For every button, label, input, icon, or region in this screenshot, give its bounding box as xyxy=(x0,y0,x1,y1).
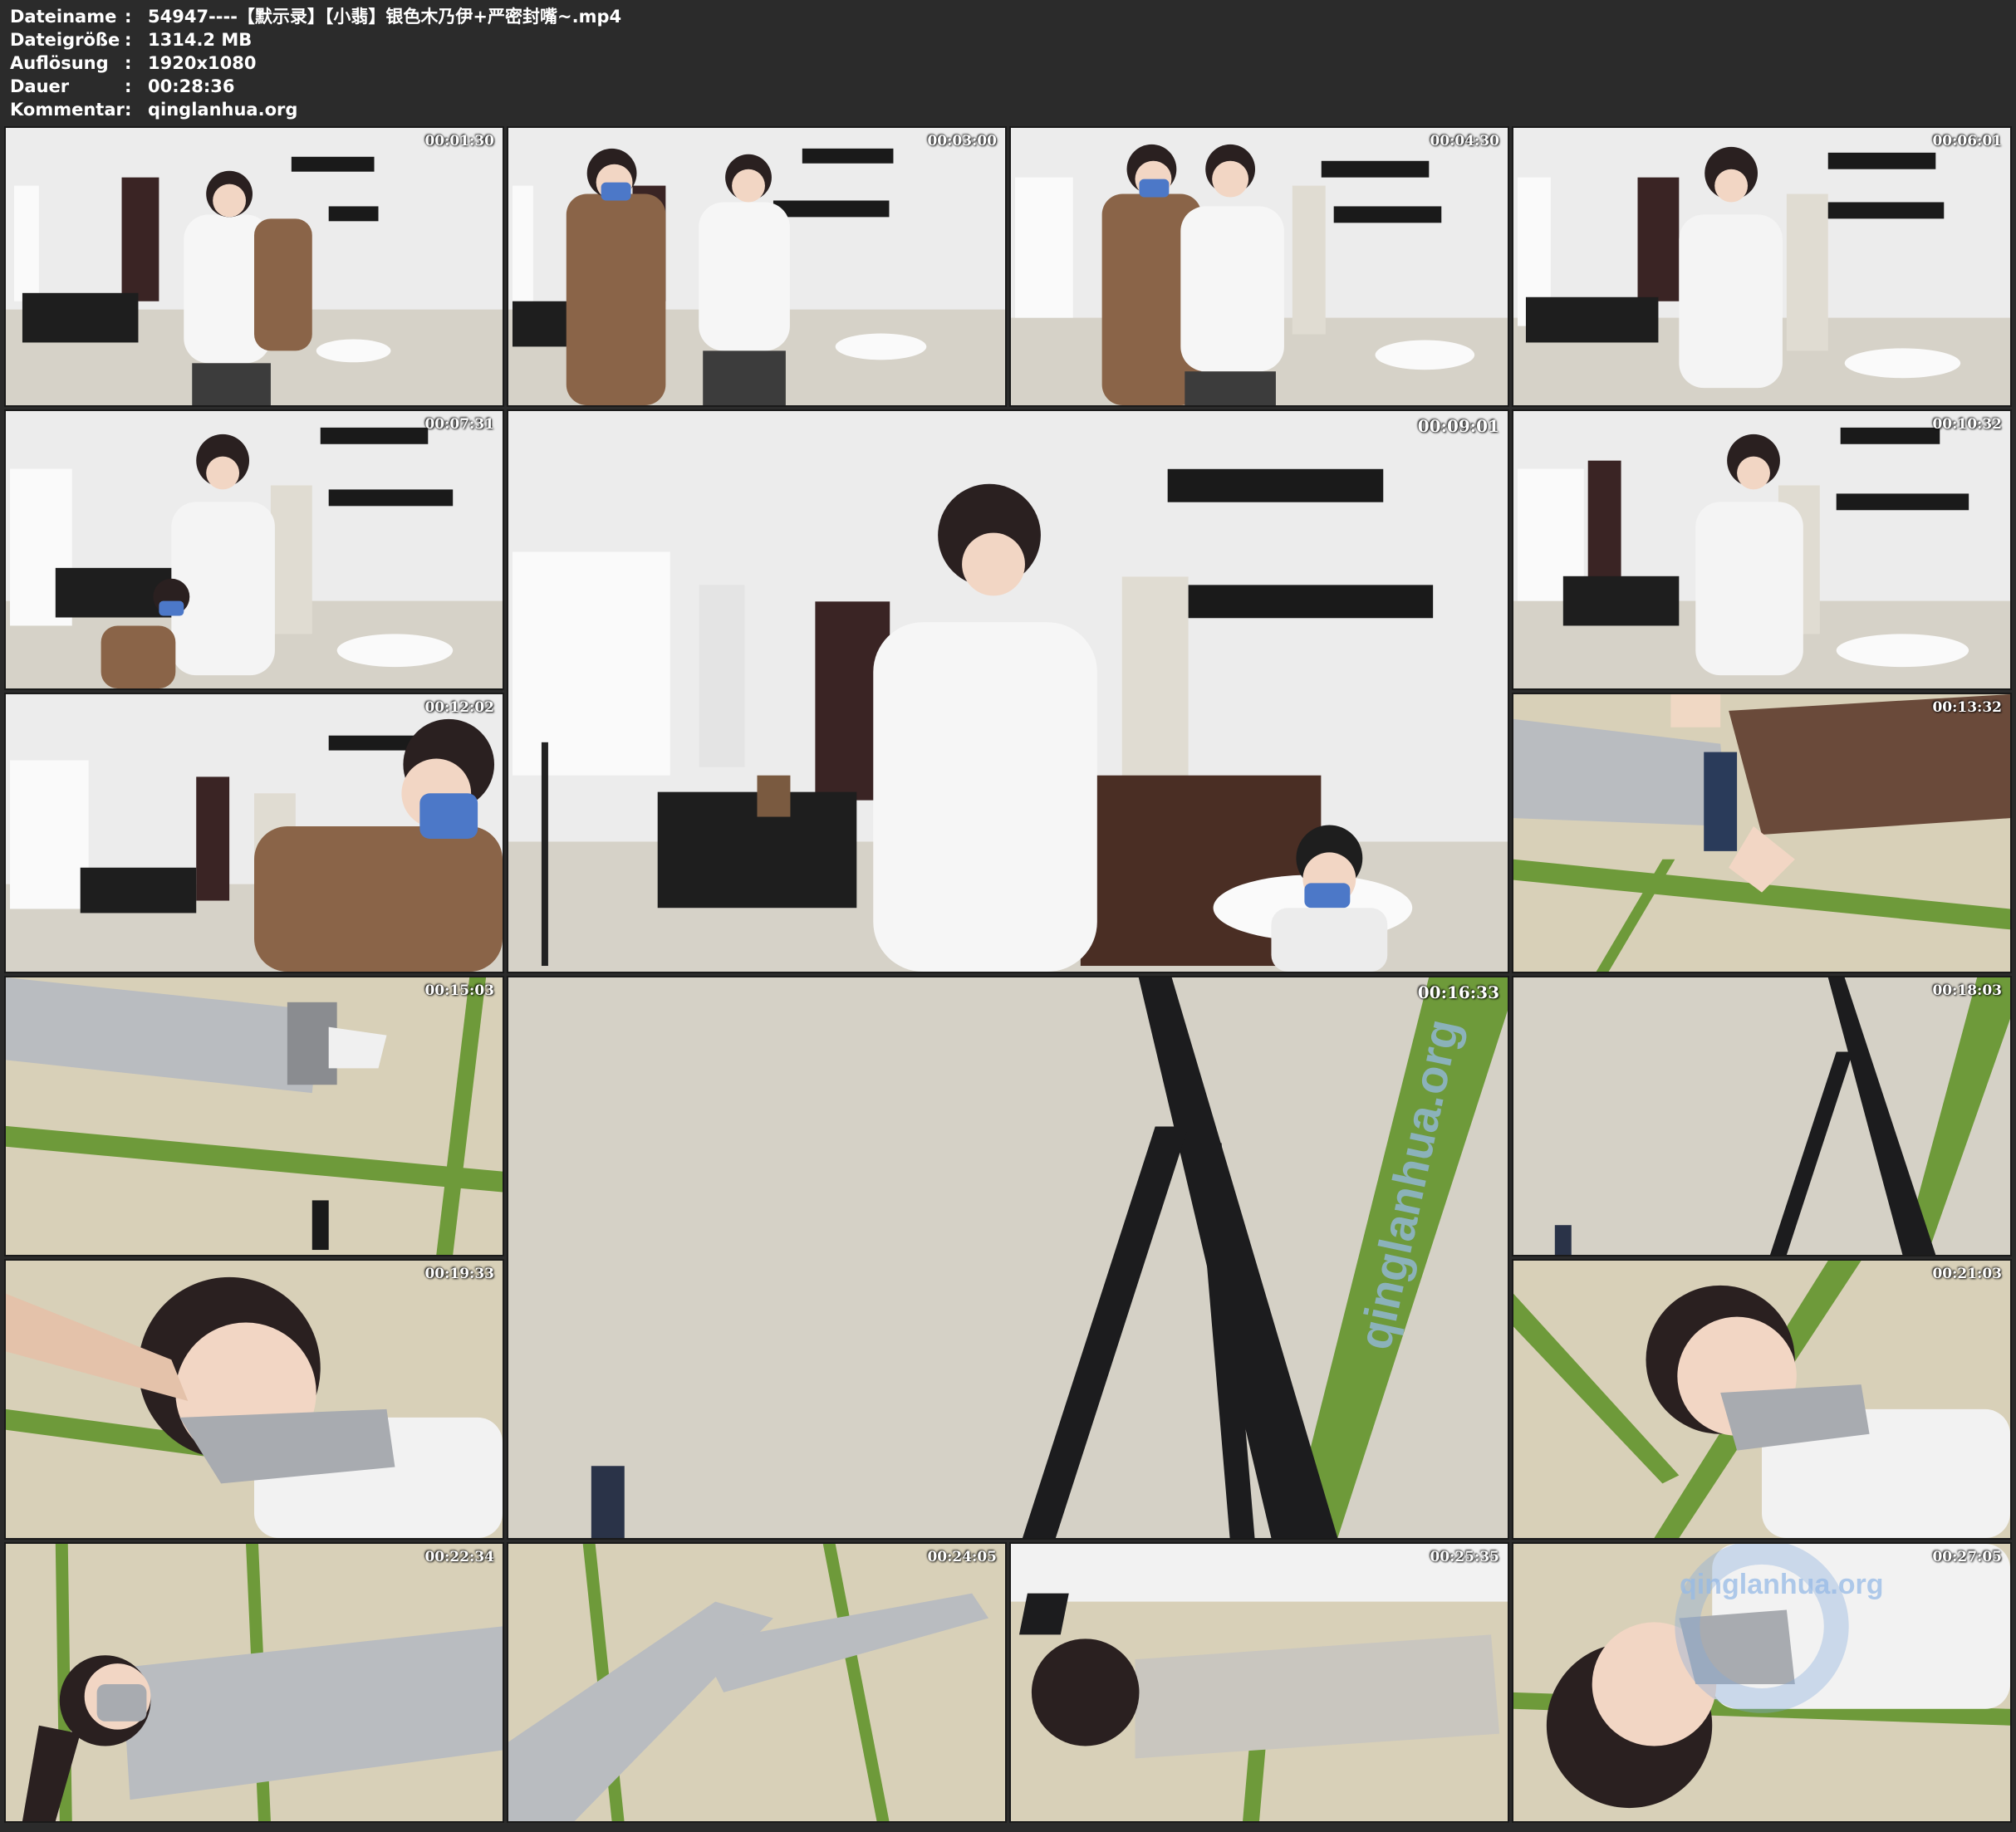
meta-separator: : xyxy=(125,53,132,73)
video-thumbnail[interactable]: 00:16:33 qinglanhua.org xyxy=(507,976,1509,1540)
video-thumbnail[interactable]: 00:24:05 xyxy=(507,1542,1007,1823)
floor-face-scene xyxy=(6,1261,503,1538)
video-thumbnail[interactable]: 00:03:00 xyxy=(507,126,1007,407)
timestamp: 00:09:01 xyxy=(1417,416,1499,436)
meta-label: Dateigröße xyxy=(10,30,120,50)
video-thumbnail[interactable]: 00:15:03 xyxy=(4,976,504,1256)
video-thumbnail[interactable]: 00:04:30 xyxy=(1009,126,1509,407)
meta-separator: : xyxy=(125,30,132,50)
timestamp: 00:25:35 xyxy=(1430,1549,1499,1565)
timestamp: 00:24:05 xyxy=(927,1549,997,1565)
meta-value: 00:28:36 xyxy=(148,76,235,96)
timestamp: 00:19:33 xyxy=(424,1266,494,1282)
video-thumbnail[interactable]: 00:13:32 xyxy=(1512,693,2012,973)
room-scene xyxy=(6,694,503,972)
floor-wrapped-scene xyxy=(508,1544,1005,1821)
video-thumbnail[interactable]: 00:12:02 xyxy=(4,693,504,973)
room-scene xyxy=(1513,411,2010,688)
timestamp: 00:18:03 xyxy=(1932,982,2002,999)
meta-label: Kommentar xyxy=(10,100,125,120)
meta-row-filesize: Dateigröße:1314.2 MB xyxy=(10,28,252,51)
timestamp: 00:10:32 xyxy=(1932,416,2002,433)
room-scene xyxy=(1011,128,1508,405)
meta-row-duration: Dauer:00:28:36 xyxy=(10,75,234,98)
watermark: qinglanhua.org xyxy=(1680,1569,1884,1600)
timestamp: 00:12:02 xyxy=(424,699,494,716)
timestamp: 00:06:01 xyxy=(1932,133,2002,149)
meta-value: qinglanhua.org xyxy=(148,100,298,120)
video-thumbnail[interactable]: 00:01:30 xyxy=(4,126,504,407)
timestamp: 00:13:32 xyxy=(1932,699,2002,716)
floor-wrapped-scene xyxy=(1011,1544,1508,1821)
timestamp: 00:22:34 xyxy=(424,1549,494,1565)
timestamp: 00:01:30 xyxy=(424,133,494,149)
video-thumbnail[interactable]: 00:07:31 xyxy=(4,409,504,690)
timestamp: 00:15:03 xyxy=(424,982,494,999)
timestamp: 00:07:31 xyxy=(424,416,494,433)
meta-label: Dateiname xyxy=(10,7,117,27)
meta-label: Auflösung xyxy=(10,53,109,73)
meta-label: Dauer xyxy=(10,76,70,96)
timestamp: 00:04:30 xyxy=(1430,133,1499,149)
video-thumbnail[interactable]: 00:06:01 xyxy=(1512,126,2012,407)
video-thumbnail[interactable]: 00:19:33 xyxy=(4,1259,504,1540)
room-scene-large xyxy=(508,411,1508,972)
meta-value: 54947----【默示录】【小翡】银色木乃伊+严密封嘴~.mp4 xyxy=(148,7,622,27)
floor-wrapped-scene xyxy=(6,1544,503,1821)
floor-face-scene xyxy=(1513,1261,2010,1538)
room-scene xyxy=(1513,128,2010,405)
video-thumbnail[interactable]: 00:27:05 qinglanhua.org xyxy=(1512,1542,2012,1823)
floor-scene xyxy=(1513,694,2010,972)
meta-row-filename: Dateiname:54947----【默示录】【小翡】银色木乃伊+严密封嘴~.… xyxy=(10,5,621,28)
video-thumbnail[interactable]: 00:22:34 xyxy=(4,1542,504,1823)
timestamp: 00:16:33 xyxy=(1417,982,1499,1002)
floor-scene xyxy=(6,977,503,1255)
meta-value: 1920x1080 xyxy=(148,53,257,73)
floor-tripod xyxy=(1513,977,2010,1255)
room-scene xyxy=(508,128,1005,405)
meta-value: 1314.2 MB xyxy=(148,30,253,50)
video-thumbnail[interactable]: 00:25:35 xyxy=(1009,1542,1509,1823)
file-info-header: Dateiname:54947----【默示录】【小翡】银色木乃伊+严密封嘴~.… xyxy=(0,0,2016,125)
meta-separator: : xyxy=(125,76,132,96)
meta-row-comment: Kommentar: qinglanhua.org xyxy=(10,98,297,121)
floor-tripod-large xyxy=(508,977,1508,1538)
video-thumbnail[interactable]: 00:10:32 xyxy=(1512,409,2012,690)
timestamp: 00:21:03 xyxy=(1932,1266,2002,1282)
video-thumbnail[interactable]: 00:21:03 xyxy=(1512,1259,2012,1540)
timestamp: 00:27:05 xyxy=(1932,1549,2002,1565)
timestamp: 00:03:00 xyxy=(927,133,997,149)
meta-row-resolution: Auflösung:1920x1080 xyxy=(10,51,256,75)
meta-separator: : xyxy=(125,100,132,120)
thumbnail-grid: 00:01:30 00:03:00 00:04:30 00:06:01 00:0… xyxy=(0,125,2016,1832)
room-scene xyxy=(6,411,503,688)
video-thumbnail[interactable]: 00:18:03 xyxy=(1512,976,2012,1256)
room-scene xyxy=(6,128,503,405)
video-thumbnail[interactable]: 00:09:01 xyxy=(507,409,1509,973)
meta-separator: : xyxy=(125,7,132,27)
